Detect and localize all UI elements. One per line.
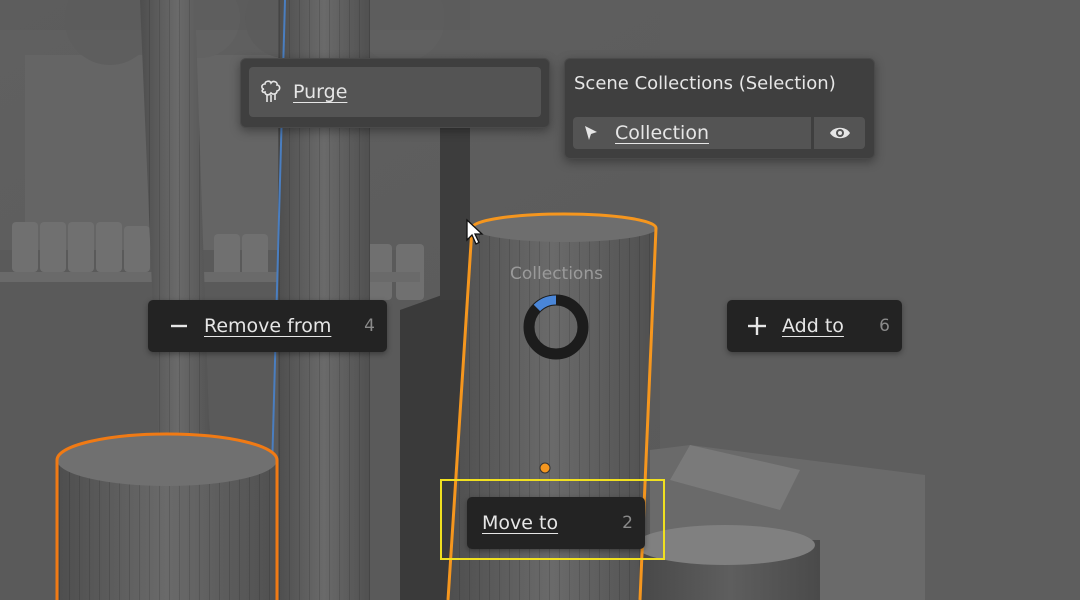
object-origin-dot — [539, 462, 551, 474]
move-to-label: Move to — [482, 512, 559, 534]
visibility-toggle[interactable] — [814, 117, 865, 149]
cursor-arrow-icon — [581, 123, 601, 143]
remove-from-button[interactable]: Remove from 4 — [148, 300, 387, 352]
collection-item[interactable]: Collection — [573, 117, 811, 149]
move-to-hotkey: 2 — [622, 513, 633, 533]
purge-label: Purge — [293, 81, 348, 103]
remove-from-hotkey: 4 — [364, 316, 375, 336]
eye-icon — [829, 125, 851, 141]
move-to-button[interactable]: Move to 2 — [467, 497, 645, 549]
plus-icon — [748, 317, 766, 335]
scene-collections-title: Scene Collections (Selection) — [574, 73, 836, 94]
purge-menu-item[interactable]: Purge — [249, 67, 541, 117]
purge-icon — [255, 77, 285, 107]
mouse-cursor-icon — [466, 218, 484, 245]
add-to-button[interactable]: Add to 6 — [727, 300, 902, 352]
add-to-hotkey: 6 — [879, 316, 890, 336]
scene-collections-panel: Scene Collections (Selection) Collection — [564, 58, 875, 159]
minus-icon — [170, 324, 188, 328]
collection-label: Collection — [615, 122, 709, 144]
add-to-label: Add to — [782, 315, 844, 337]
pie-direction-indicator — [523, 294, 589, 360]
pie-menu-title: Collections — [510, 264, 603, 284]
purge-menu: Purge — [240, 58, 550, 128]
remove-from-label: Remove from — [204, 315, 332, 337]
